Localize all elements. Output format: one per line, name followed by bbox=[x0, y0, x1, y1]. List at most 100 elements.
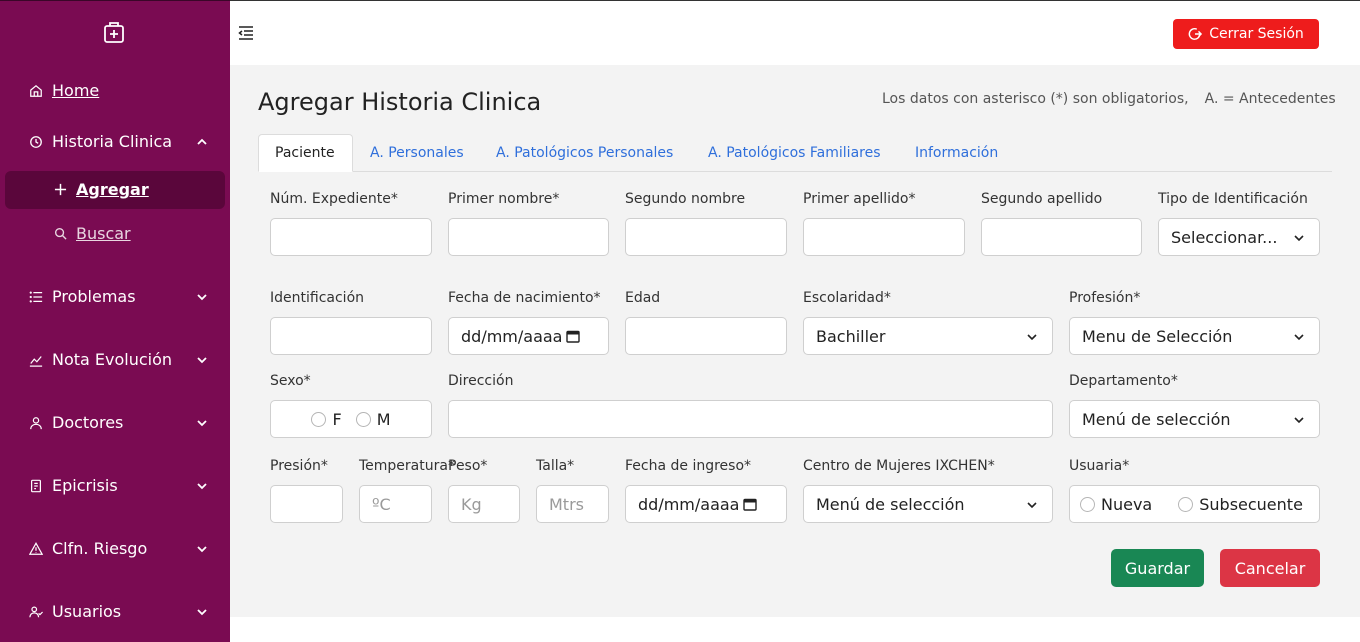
usuaria-option-nueva[interactable]: Nueva bbox=[1080, 495, 1152, 514]
profesion-label: Profesión* bbox=[1069, 290, 1141, 306]
direccion-input[interactable] bbox=[448, 400, 1053, 438]
profesion-value: Menu de Selección bbox=[1082, 326, 1233, 346]
sidebar-item-label: Buscar bbox=[76, 224, 131, 243]
fecha-nacimiento-input[interactable]: dd/mm/aaaa bbox=[448, 317, 609, 355]
radio-circle[interactable] bbox=[311, 411, 327, 427]
chevron-down-icon bbox=[197, 293, 207, 300]
sidebar-item-problemas[interactable]: Problemas bbox=[28, 287, 207, 306]
chevron-down-icon bbox=[1294, 334, 1304, 341]
departamento-label: Departamento* bbox=[1069, 373, 1178, 389]
radio-circle[interactable] bbox=[355, 411, 371, 427]
radio-circle[interactable] bbox=[1080, 496, 1095, 512]
user-icon bbox=[28, 415, 44, 431]
tab-paciente[interactable]: Paciente bbox=[258, 134, 353, 172]
sidebar-item-label: Problemas bbox=[52, 287, 136, 306]
chevron-down-icon bbox=[1294, 417, 1304, 424]
logout-button[interactable]: Cerrar Sesión bbox=[1173, 19, 1319, 49]
edad-input[interactable] bbox=[625, 317, 787, 355]
sidebar-item-historia-clinica[interactable]: Historia Clinica bbox=[28, 132, 207, 151]
edad-label: Edad bbox=[625, 290, 661, 306]
talla-input[interactable]: Mtrs bbox=[536, 485, 609, 523]
sidebar-item-buscar[interactable]: Buscar bbox=[52, 224, 131, 243]
required-note: Los datos con asterisco (*) son obligato… bbox=[882, 91, 1336, 107]
logout-icon bbox=[1188, 28, 1203, 40]
sidebar-item-label: Usuarios bbox=[52, 602, 122, 621]
tab-a-personales[interactable]: A. Personales bbox=[370, 134, 464, 172]
page-title: Agregar Historia Clinica bbox=[258, 88, 542, 116]
sexo-radio-group: F M bbox=[270, 400, 432, 438]
sidebar-item-label: Clfn. Riesgo bbox=[52, 539, 148, 558]
sidebar-item-clfn-riesgo[interactable]: Clfn. Riesgo bbox=[28, 539, 207, 558]
sidebar-item-label: Nota Evolución bbox=[52, 350, 173, 369]
sidebar-item-usuarios[interactable]: Usuarios bbox=[28, 602, 207, 621]
sidebar-item-label: Home bbox=[52, 81, 100, 100]
tab-a-patologicos-personales[interactable]: A. Patológicos Personales bbox=[496, 134, 673, 172]
tab-a-patologicos-familiares[interactable]: A. Patológicos Familiares bbox=[708, 134, 881, 172]
segundo-apellido-input[interactable] bbox=[981, 218, 1142, 256]
peso-input[interactable]: Kg bbox=[448, 485, 520, 523]
segundo-apellido-label: Segundo apellido bbox=[981, 191, 1103, 207]
tab-informacion[interactable]: Información bbox=[915, 134, 998, 172]
departamento-value: Menú de selección bbox=[1082, 409, 1231, 429]
save-button[interactable]: Guardar bbox=[1111, 549, 1204, 587]
fecha-ingreso-input[interactable]: dd/mm/aaaa bbox=[625, 485, 787, 523]
presion-input[interactable] bbox=[270, 485, 343, 523]
sidebar-item-doctores[interactable]: Doctores bbox=[28, 413, 207, 432]
chevron-down-icon bbox=[197, 545, 207, 552]
escolaridad-select[interactable]: Bachiller bbox=[803, 317, 1053, 355]
chevron-down-icon bbox=[197, 356, 207, 363]
sexo-option-label: M bbox=[376, 409, 391, 429]
search-icon bbox=[52, 226, 68, 242]
sidebar-item-agregar[interactable]: Agregar bbox=[52, 180, 149, 199]
identificacion-label: Identificación bbox=[270, 290, 365, 306]
tipo-identificacion-select[interactable]: Seleccionar... bbox=[1158, 218, 1320, 256]
usuaria-option-subsecuente[interactable]: Subsecuente bbox=[1178, 495, 1303, 514]
home-icon bbox=[28, 83, 44, 99]
chevron-down-icon bbox=[1027, 334, 1037, 341]
peso-placeholder: Kg bbox=[461, 494, 482, 514]
expediente-input[interactable] bbox=[270, 218, 432, 256]
abbreviation-note-text: A. = Antecedentes bbox=[1204, 91, 1336, 107]
segundo-nombre-input[interactable] bbox=[625, 218, 787, 256]
calendar-icon[interactable] bbox=[743, 497, 758, 511]
expediente-label: Núm. Expediente* bbox=[270, 191, 398, 207]
primer-apellido-label: Primer apellido* bbox=[803, 191, 916, 207]
logout-label: Cerrar Sesión bbox=[1209, 26, 1304, 42]
fecha-ingreso-value: dd/mm/aaaa bbox=[638, 494, 740, 514]
centro-value: Menú de selección bbox=[816, 494, 965, 514]
primer-nombre-input[interactable] bbox=[448, 218, 609, 256]
topbar: Cerrar Sesión bbox=[230, 0, 1360, 65]
warning-icon bbox=[28, 541, 44, 557]
sidebar-item-label: Doctores bbox=[52, 413, 124, 432]
primer-apellido-input[interactable] bbox=[803, 218, 965, 256]
usuaria-option-label: Nueva bbox=[1101, 494, 1153, 514]
sidebar-item-home[interactable]: Home bbox=[28, 81, 99, 100]
sexo-option-label: F bbox=[332, 409, 342, 429]
chevron-down-icon bbox=[1027, 502, 1037, 509]
sidebar-item-nota-evolucion[interactable]: Nota Evolución bbox=[28, 350, 207, 369]
sexo-label: Sexo* bbox=[270, 373, 311, 389]
chevron-down-icon bbox=[197, 482, 207, 489]
centro-label: Centro de Mujeres IXCHEN* bbox=[803, 458, 995, 474]
identificacion-input[interactable] bbox=[270, 317, 432, 355]
footer-strip bbox=[230, 617, 1360, 642]
temperatura-placeholder: ºC bbox=[372, 494, 391, 514]
radio-circle[interactable] bbox=[1178, 496, 1194, 512]
temperatura-input[interactable]: ºC bbox=[359, 485, 432, 523]
sidebar-item-epicrisis[interactable]: Epicrisis bbox=[28, 476, 207, 495]
chevron-down-icon bbox=[1294, 235, 1304, 242]
sexo-option-m[interactable]: M bbox=[355, 409, 391, 429]
usuaria-radio-group: Nueva Subsecuente bbox=[1069, 485, 1320, 523]
medical-bag-icon[interactable] bbox=[102, 20, 126, 44]
departamento-select[interactable]: Menú de selección bbox=[1069, 400, 1320, 438]
sexo-option-f[interactable]: F bbox=[311, 409, 342, 429]
profesion-select[interactable]: Menu de Selección bbox=[1069, 317, 1320, 355]
segundo-nombre-label: Segundo nombre bbox=[625, 191, 746, 207]
peso-label: Peso* bbox=[448, 458, 488, 474]
calendar-icon[interactable] bbox=[566, 329, 581, 343]
cancel-button[interactable]: Cancelar bbox=[1220, 549, 1320, 587]
users-icon bbox=[28, 604, 44, 620]
centro-select[interactable]: Menú de selección bbox=[803, 485, 1053, 523]
menu-toggle-icon[interactable] bbox=[238, 26, 254, 40]
tipo-identificacion-label: Tipo de Identificación bbox=[1158, 191, 1308, 207]
